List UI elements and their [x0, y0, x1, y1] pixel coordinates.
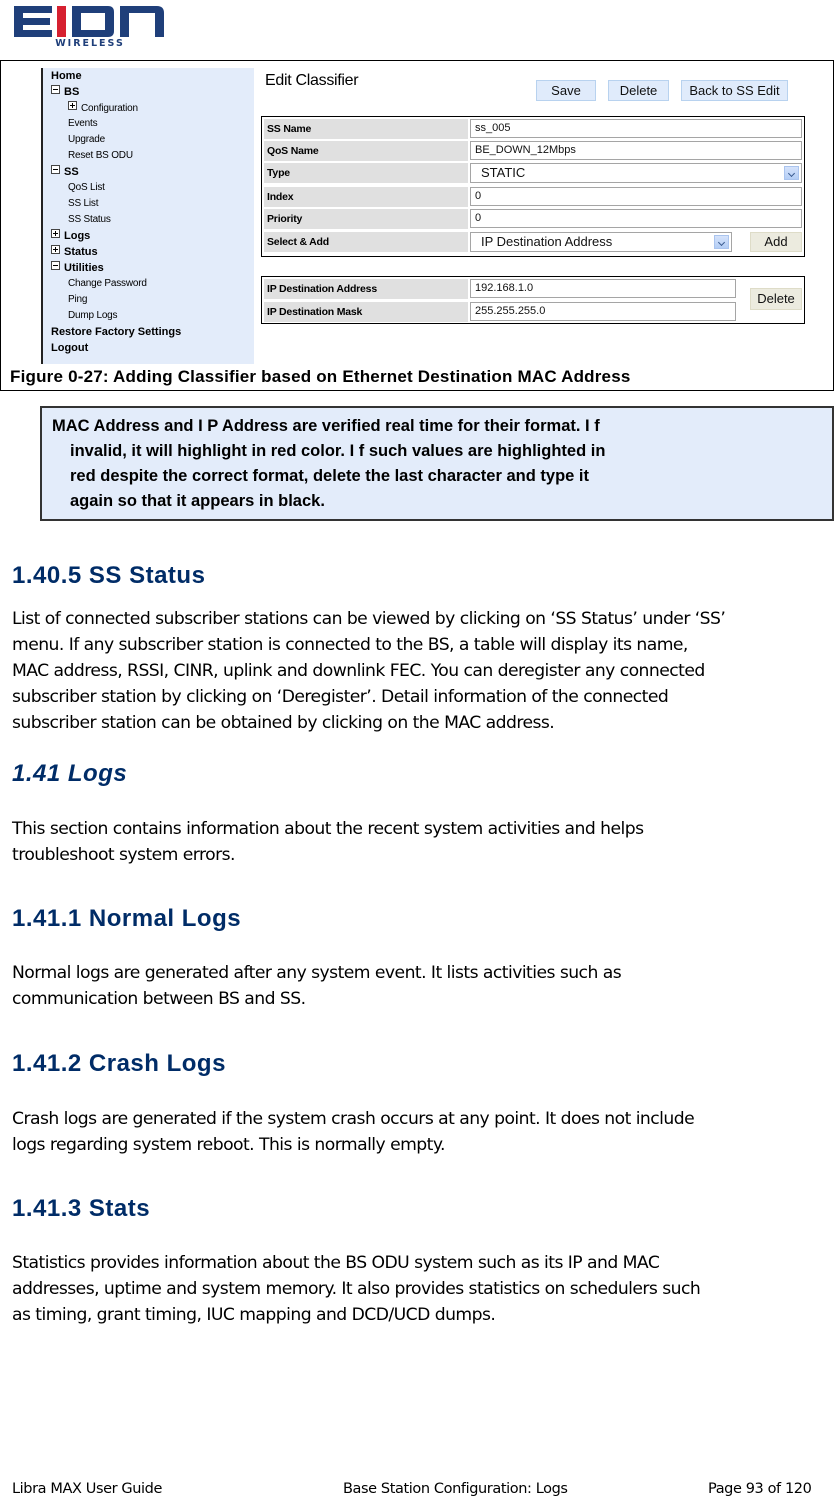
expand-icon[interactable] — [51, 245, 60, 254]
body-line: Statistics provides information about th… — [12, 1253, 660, 1273]
note-line: red despite the correct format, delete t… — [70, 467, 589, 485]
chevron-down-icon[interactable] — [714, 235, 729, 249]
ss-name-label: SS Name — [264, 119, 468, 139]
footer-section: Base Station Configuration: Logs — [343, 1481, 568, 1497]
expand-icon[interactable] — [68, 101, 77, 110]
section-body-logs: This section contains information about … — [12, 816, 827, 868]
sidebar-item-change-password[interactable]: Change Password — [68, 277, 147, 291]
delete-button[interactable]: Delete — [608, 80, 669, 101]
sidebar-item-ss[interactable]: SS — [51, 165, 79, 179]
back-to-ss-edit-button[interactable]: Back to SS Edit — [681, 80, 788, 101]
delete-rule-button[interactable]: Delete — [750, 288, 802, 310]
sidebar-item-configuration[interactable]: Configuration — [68, 101, 138, 116]
body-line: troubleshoot system errors. — [12, 845, 236, 865]
footer-doc-title: Libra MAX User Guide — [12, 1481, 162, 1497]
ip-destination-address-input[interactable]: 192.168.1.0 — [470, 279, 736, 298]
index-label: Index — [264, 187, 468, 207]
sidebar-item-bs[interactable]: BS — [51, 85, 79, 99]
qos-name-input[interactable]: BE_DOWN_12Mbps — [470, 141, 802, 160]
note-line: invalid, it will highlight in red color.… — [70, 442, 606, 460]
sidebar-item-logs[interactable]: Logs — [51, 229, 90, 243]
classifier-rule-select-value: IP Destination Address — [481, 234, 613, 249]
section-heading-normal-logs: 1.41.1 Normal Logs — [12, 905, 242, 932]
ip-destination-mask-input[interactable]: 255.255.255.0 — [470, 302, 736, 321]
add-button[interactable]: Add — [750, 232, 802, 252]
section-body-ss-status: List of connected subscriber stations ca… — [12, 606, 827, 736]
sidebar-item-reset-bs-odu[interactable]: Reset BS ODU — [68, 149, 133, 163]
body-line: menu. If any subscriber station is conne… — [12, 635, 688, 655]
body-line: logs regarding system reboot. This is no… — [12, 1135, 445, 1155]
sidebar-item-home[interactable]: Home — [51, 69, 82, 83]
qos-name-label: QoS Name — [264, 141, 468, 161]
ip-destination-address-label: IP Destination Address — [264, 279, 468, 299]
body-line: This section contains information about … — [12, 819, 644, 839]
collapse-icon[interactable] — [51, 261, 60, 270]
logo-tagline: WIRELESS — [55, 38, 125, 48]
figure-caption: Figure 0-27: Adding Classifier based on … — [10, 367, 631, 386]
collapse-icon[interactable] — [51, 85, 60, 94]
sidebar-item-dump-logs[interactable]: Dump Logs — [68, 309, 118, 323]
eion-wireless-logo: WIRELESS — [12, 2, 168, 49]
body-line: MAC address, RSSI, CINR, uplink and down… — [12, 661, 705, 681]
chevron-down-icon[interactable] — [784, 166, 799, 180]
sidebar-item-ss-status[interactable]: SS Status — [68, 213, 111, 227]
sidebar-item-ss-list[interactable]: SS List — [68, 197, 98, 211]
sidebar-item-upgrade[interactable]: Upgrade — [68, 133, 105, 147]
section-body-stats: Statistics provides information about th… — [12, 1250, 827, 1328]
ss-name-input[interactable]: ss_005 — [470, 119, 802, 138]
priority-input[interactable]: 0 — [470, 209, 802, 228]
section-heading-logs: 1.41 Logs — [12, 760, 128, 787]
sidebar-item-ping[interactable]: Ping — [68, 293, 87, 307]
footer-page-number: Page 93 of 120 — [708, 1481, 812, 1497]
body-line: addresses, uptime and system memory. It … — [12, 1279, 701, 1299]
panel-title: Edit Classifier — [265, 72, 359, 89]
collapse-icon[interactable] — [51, 165, 60, 174]
save-button[interactable]: Save — [536, 80, 596, 101]
index-input[interactable]: 0 — [470, 187, 802, 206]
sidebar-item-logout[interactable]: Logout — [51, 341, 88, 355]
classifier-rule-select[interactable]: IP Destination Address — [470, 232, 732, 252]
note-line: MAC Address and I P Address are verified… — [52, 417, 600, 435]
classifier-rules-box: IP Destination Address 192.168.1.0 IP De… — [261, 276, 805, 324]
classifier-form: SS Name ss_005 QoS Name BE_DOWN_12Mbps T… — [261, 116, 805, 257]
type-select-value: STATIC — [481, 165, 526, 180]
sidebar-item-restore-factory-settings[interactable]: Restore Factory Settings — [51, 325, 181, 339]
body-line: subscriber station can be obtained by cl… — [12, 713, 555, 733]
type-label: Type — [264, 163, 468, 183]
body-line: communication between BS and SS. — [12, 989, 306, 1009]
sidebar-item-status[interactable]: Status — [51, 245, 98, 259]
note-line: again so that it appears in black. — [70, 492, 325, 510]
body-line: Normal logs are generated after any syst… — [12, 963, 622, 983]
type-select[interactable]: STATIC — [470, 163, 802, 183]
expand-icon[interactable] — [51, 229, 60, 238]
sidebar-item-utilities[interactable]: Utilities — [51, 261, 104, 275]
body-line: Crash logs are generated if the system c… — [12, 1109, 695, 1129]
section-heading-ss-status: 1.40.5 SS Status — [12, 562, 206, 589]
section-heading-crash-logs: 1.41.2 Crash Logs — [12, 1050, 226, 1077]
note-box: MAC Address and I P Address are verified… — [40, 406, 834, 521]
sidebar-nav: Home BS Configuration Events Upgrade Res… — [41, 68, 254, 364]
body-line: as timing, grant timing, IUC mapping and… — [12, 1305, 496, 1325]
priority-label: Priority — [264, 209, 468, 229]
section-body-crash-logs: Crash logs are generated if the system c… — [12, 1106, 827, 1158]
eion-logo-icon: WIRELESS — [14, 6, 164, 49]
ip-destination-mask-label: IP Destination Mask — [264, 302, 468, 322]
section-body-normal-logs: Normal logs are generated after any syst… — [12, 960, 827, 1012]
sidebar-item-events[interactable]: Events — [68, 117, 98, 131]
sidebar-item-qos-list[interactable]: QoS List — [68, 181, 105, 195]
select-add-label: Select & Add — [264, 232, 468, 252]
section-heading-stats: 1.41.3 Stats — [12, 1195, 151, 1222]
body-line: subscriber station by clicking on ‘Dereg… — [12, 687, 669, 707]
body-line: List of connected subscriber stations ca… — [12, 609, 726, 629]
